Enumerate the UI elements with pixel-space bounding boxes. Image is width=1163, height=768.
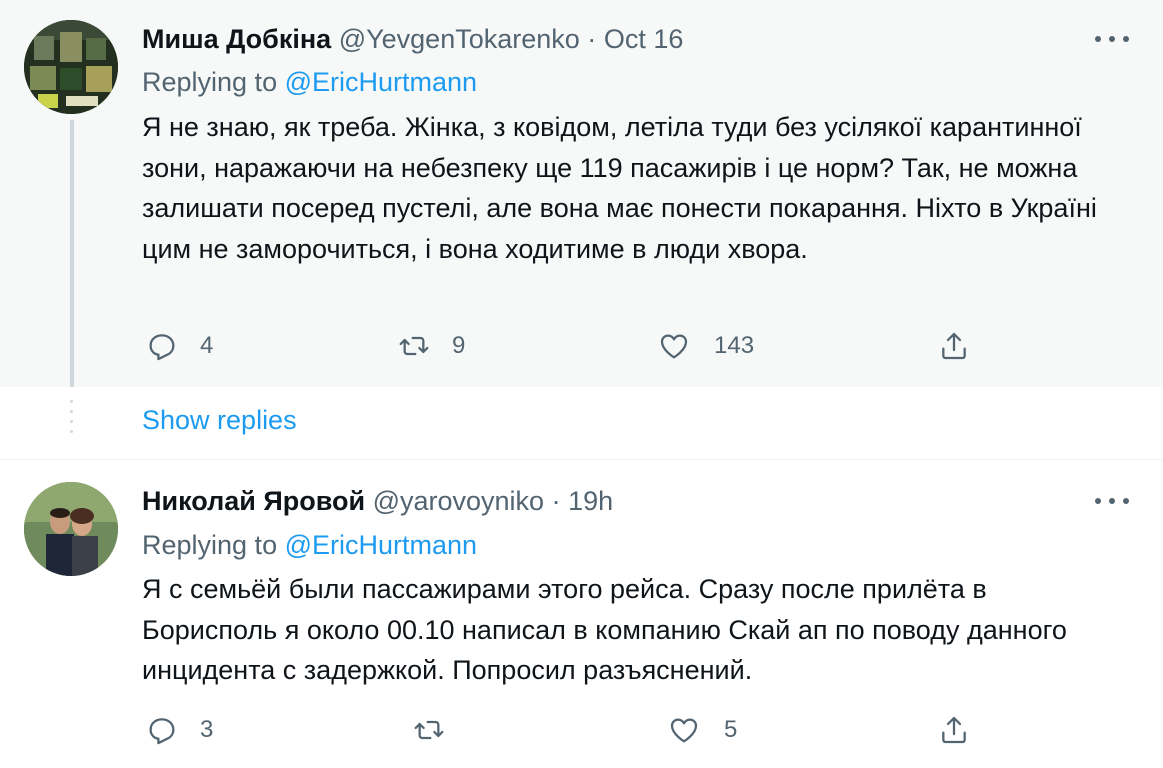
tweet-actions: 4 9 143 (142, 326, 1042, 366)
avatar-image (24, 482, 118, 576)
reply-button[interactable]: 3 (146, 710, 213, 750)
separator: · (587, 24, 597, 54)
tweet-1[interactable]: Миша Добкіна @YevgenTokarenko · Oct 16 R… (0, 0, 1163, 387)
author-handle[interactable]: @YevgenTokarenko (339, 24, 580, 54)
replying-to: Replying to @EricHurtmann (142, 64, 477, 100)
replying-prefix: Replying to (142, 530, 278, 560)
tweet-text: Я не знаю, як треба. Жінка, з ковідом, л… (142, 112, 1097, 264)
retweet-icon (414, 720, 444, 740)
avatar-image (24, 20, 118, 114)
avatar[interactable] (24, 482, 118, 576)
show-replies-link[interactable]: Show replies (142, 402, 297, 438)
reply-button[interactable]: 4 (146, 326, 213, 366)
replying-to: Replying to @EricHurtmann (142, 527, 477, 563)
tweet-actions: 3 5 (142, 710, 1042, 750)
timestamp[interactable]: 19h (568, 486, 613, 516)
share-icon (942, 332, 966, 360)
author-handle[interactable]: @yarovoyniko (373, 486, 544, 516)
replying-prefix: Replying to (142, 67, 278, 97)
heart-icon (660, 334, 688, 359)
like-count: 143 (714, 332, 755, 359)
tweet-header: Николай Яровой @yarovoyniko · 19h (142, 483, 613, 519)
thread-line (70, 120, 74, 387)
retweet-count: 9 (452, 332, 466, 359)
retweet-icon (399, 336, 429, 356)
mention-link[interactable]: @EricHurtmann (285, 530, 477, 560)
share-icon (942, 716, 966, 744)
retweet-button[interactable] (413, 710, 467, 750)
timestamp[interactable]: Oct 16 (604, 24, 684, 54)
reply-count: 4 (200, 332, 214, 359)
tweet-header: Миша Добкіна @YevgenTokarenko · Oct 16 (142, 21, 683, 57)
like-button[interactable]: 5 (668, 710, 737, 750)
share-button[interactable] (938, 326, 970, 366)
divider (0, 459, 1163, 460)
more-icon[interactable] (1095, 497, 1129, 505)
heart-icon (670, 718, 698, 743)
thread-dots (70, 400, 74, 444)
reply-icon (149, 718, 175, 745)
retweet-button[interactable]: 9 (398, 326, 465, 366)
mention-link[interactable]: @EricHurtmann (285, 67, 477, 97)
reply-icon (149, 334, 175, 361)
like-count: 5 (724, 716, 738, 743)
author-name[interactable]: Миша Добкіна (142, 24, 331, 54)
separator: · (551, 486, 561, 516)
author-name[interactable]: Николай Яровой (142, 486, 365, 516)
avatar[interactable] (24, 20, 118, 114)
share-button[interactable] (938, 710, 970, 750)
reply-count: 3 (200, 716, 214, 743)
like-button[interactable]: 143 (658, 326, 754, 366)
more-icon[interactable] (1095, 35, 1129, 43)
tweet-text: Я с семьёй были пассажирами этого рейса.… (142, 574, 1067, 685)
